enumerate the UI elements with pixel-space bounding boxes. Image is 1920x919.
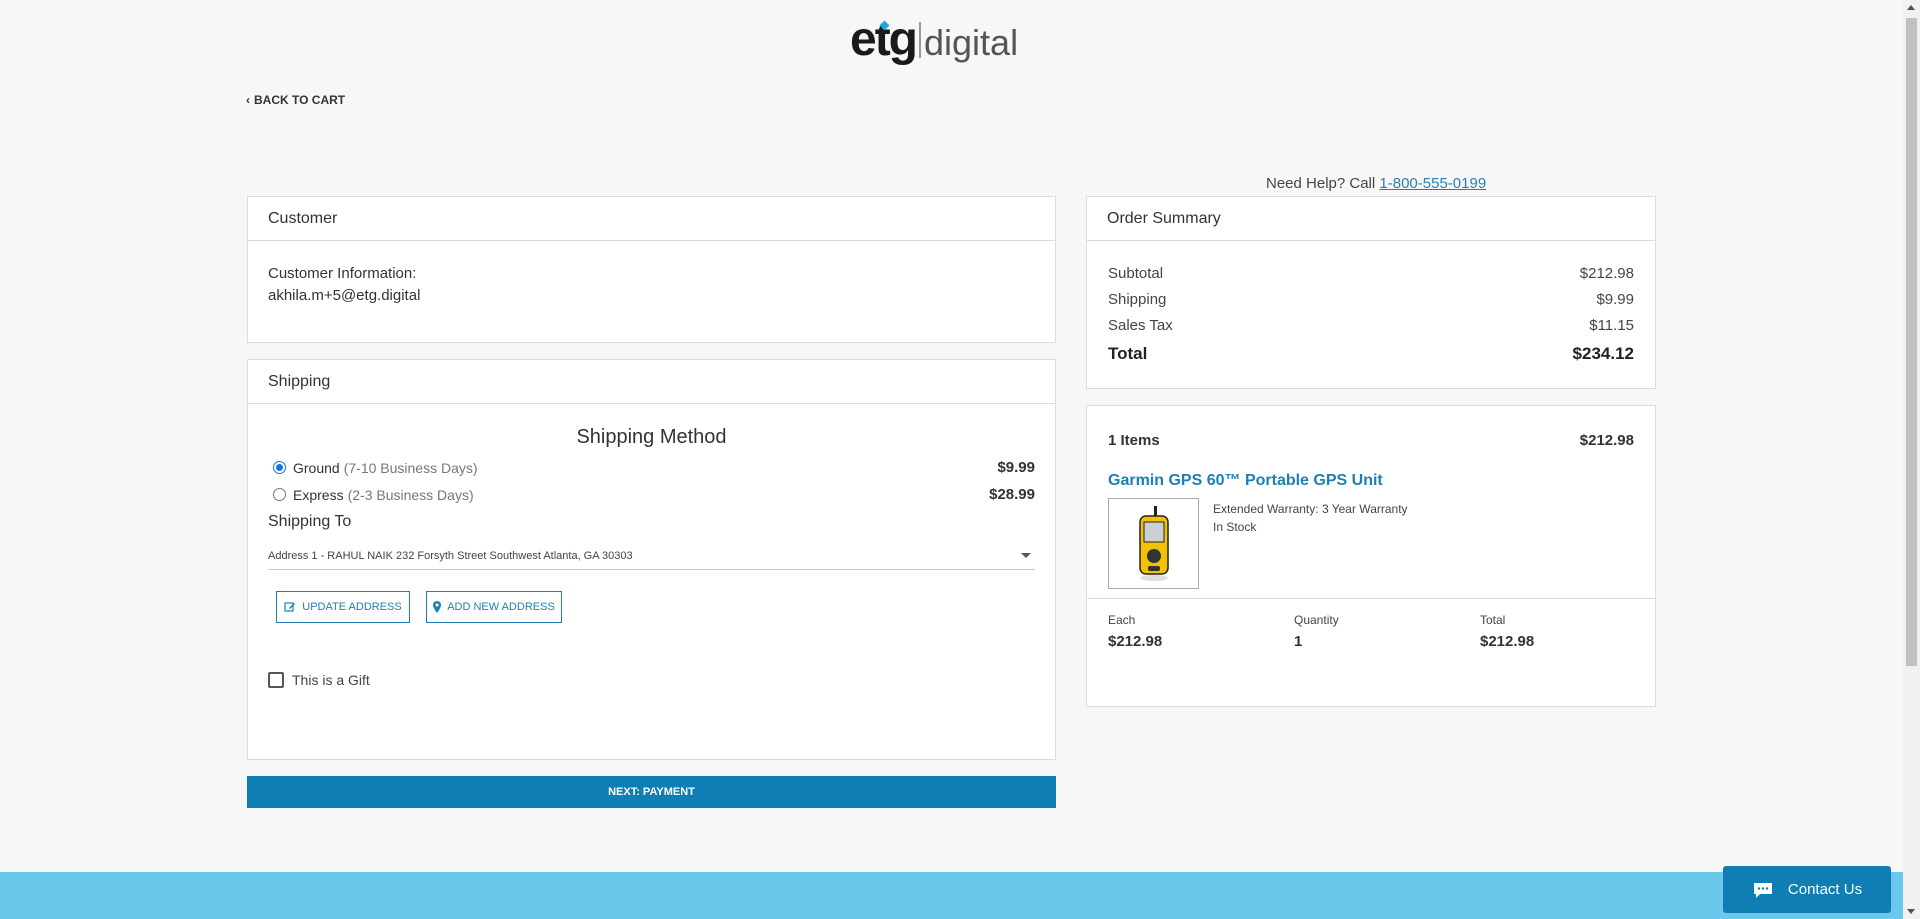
sales-tax-label: Sales Tax <box>1108 317 1173 334</box>
cart-items-card: 1 Items $212.98 Garmin GPS 60™ Portable … <box>1086 405 1656 707</box>
shipping-option-ground[interactable]: Ground (7-10 Business Days) $9.99 <box>273 459 1035 476</box>
order-summary-card: Order Summary Subtotal $212.98 Shipping … <box>1086 196 1656 389</box>
caret-down-icon <box>1021 553 1031 558</box>
each-column: Each $212.98 <box>1108 613 1162 650</box>
customer-email: akhila.m+5@etg.digital <box>268 287 421 304</box>
next-payment-button[interactable]: NEXT: PAYMENT <box>247 776 1056 808</box>
product-image[interactable] <box>1108 498 1199 589</box>
back-to-cart-link[interactable]: ‹ BACK TO CART <box>246 93 345 107</box>
items-header: 1 Items $212.98 <box>1108 432 1634 449</box>
edit-icon <box>284 602 296 612</box>
quantity-value: 1 <box>1294 633 1303 650</box>
product-stock: In Stock <box>1213 520 1257 534</box>
logo-separator <box>919 22 921 58</box>
customer-info-label: Customer Information: <box>268 265 417 282</box>
gift-checkbox[interactable] <box>268 672 284 688</box>
ground-days: (7-10 Business Days) <box>343 459 478 476</box>
sales-tax-row: Sales Tax $11.15 <box>1108 313 1634 339</box>
back-to-cart-label: BACK TO CART <box>254 93 346 107</box>
order-summary-header: Order Summary <box>1087 197 1655 241</box>
line-total-value: $212.98 <box>1480 633 1535 650</box>
each-value: $212.98 <box>1108 633 1163 650</box>
scrollbar-thumb[interactable] <box>1906 18 1917 666</box>
address-selected-value: Address 1 - RAHUL NAIK 232 Forsyth Stree… <box>268 549 633 562</box>
product-name-link[interactable]: Garmin GPS 60™ Portable GPS Unit <box>1108 472 1383 490</box>
quantity-column: Quantity 1 <box>1294 613 1339 650</box>
subtotal-row: Subtotal $212.98 <box>1108 261 1634 287</box>
product-warranty: Extended Warranty: 3 Year Warranty <box>1213 502 1408 516</box>
subtotal-label: Subtotal <box>1108 265 1164 282</box>
total-row: Total $234.12 <box>1108 341 1634 367</box>
ground-label: Ground <box>293 459 340 476</box>
shipping-card: Shipping Shipping Method Ground (7-10 Bu… <box>247 359 1056 760</box>
each-label: Each <box>1108 613 1136 627</box>
express-label: Express <box>293 486 344 503</box>
page-scrollbar[interactable] <box>1903 0 1920 919</box>
shipping-label: Shipping <box>1108 291 1167 308</box>
contact-us-button[interactable]: Contact Us <box>1723 866 1891 913</box>
items-amount: $212.98 <box>1579 432 1634 449</box>
express-days: (2-3 Business Days) <box>347 486 474 503</box>
chat-icon <box>1753 882 1772 898</box>
address-select[interactable]: Address 1 - RAHUL NAIK 232 Forsyth Stree… <box>268 542 1035 570</box>
scroll-down-icon[interactable] <box>1907 909 1915 914</box>
quantity-label: Quantity <box>1294 613 1339 627</box>
express-price: $28.99 <box>989 486 1035 503</box>
customer-header: Customer <box>248 197 1055 241</box>
total-value: $234.12 <box>1572 344 1634 363</box>
chevron-left-icon: ‹ <box>246 93 250 107</box>
update-address-button[interactable]: UPDATE ADDRESS <box>276 591 410 623</box>
shipping-method-title: Shipping Method <box>576 426 727 448</box>
items-count: 1 Items <box>1108 432 1160 449</box>
gps-device-image <box>1138 505 1169 581</box>
shipping-to-label: Shipping To <box>268 513 352 530</box>
line-total-column: Total $212.98 <box>1480 613 1534 650</box>
gift-label: This is a Gift <box>292 672 370 688</box>
contact-us-label: Contact Us <box>1787 881 1863 898</box>
customer-card: Customer Customer Information: akhila.m+… <box>247 196 1056 343</box>
line-total-label: Total <box>1480 613 1506 627</box>
ground-radio[interactable] <box>273 461 286 474</box>
shipping-option-express[interactable]: Express (2-3 Business Days) $28.99 <box>273 486 1035 503</box>
product-meta: Extended Warranty: 3 Year Warranty In St… <box>1213 500 1408 536</box>
express-radio[interactable] <box>273 488 286 501</box>
add-new-address-label: ADD NEW ADDRESS <box>447 601 555 613</box>
total-label: Total <box>1108 344 1148 363</box>
scroll-up-icon[interactable] <box>1907 5 1915 10</box>
need-help-prefix: Need Help? Call <box>1266 175 1376 192</box>
logo-digital-text: digital <box>924 22 1019 63</box>
ground-price: $9.99 <box>997 459 1035 476</box>
items-divider <box>1087 598 1655 599</box>
shipping-header: Shipping <box>248 360 1055 404</box>
sales-tax-value: $11.15 <box>1589 317 1634 334</box>
footer-band <box>0 872 1920 919</box>
subtotal-value: $212.98 <box>1579 265 1634 282</box>
etg-digital-logo[interactable]: etg digital <box>850 14 1018 66</box>
shipping-row: Shipping $9.99 <box>1108 287 1634 313</box>
add-new-address-button[interactable]: ADD NEW ADDRESS <box>426 591 562 623</box>
update-address-label: UPDATE ADDRESS <box>302 601 402 613</box>
gift-option[interactable]: This is a Gift <box>268 672 370 688</box>
map-marker-icon <box>433 601 442 613</box>
shipping-value: $9.99 <box>1596 291 1634 308</box>
help-phone-link[interactable]: 1-800-555-0199 <box>1379 175 1486 192</box>
need-help-text: Need Help? Call 1-800-555-0199 <box>1266 175 1486 192</box>
